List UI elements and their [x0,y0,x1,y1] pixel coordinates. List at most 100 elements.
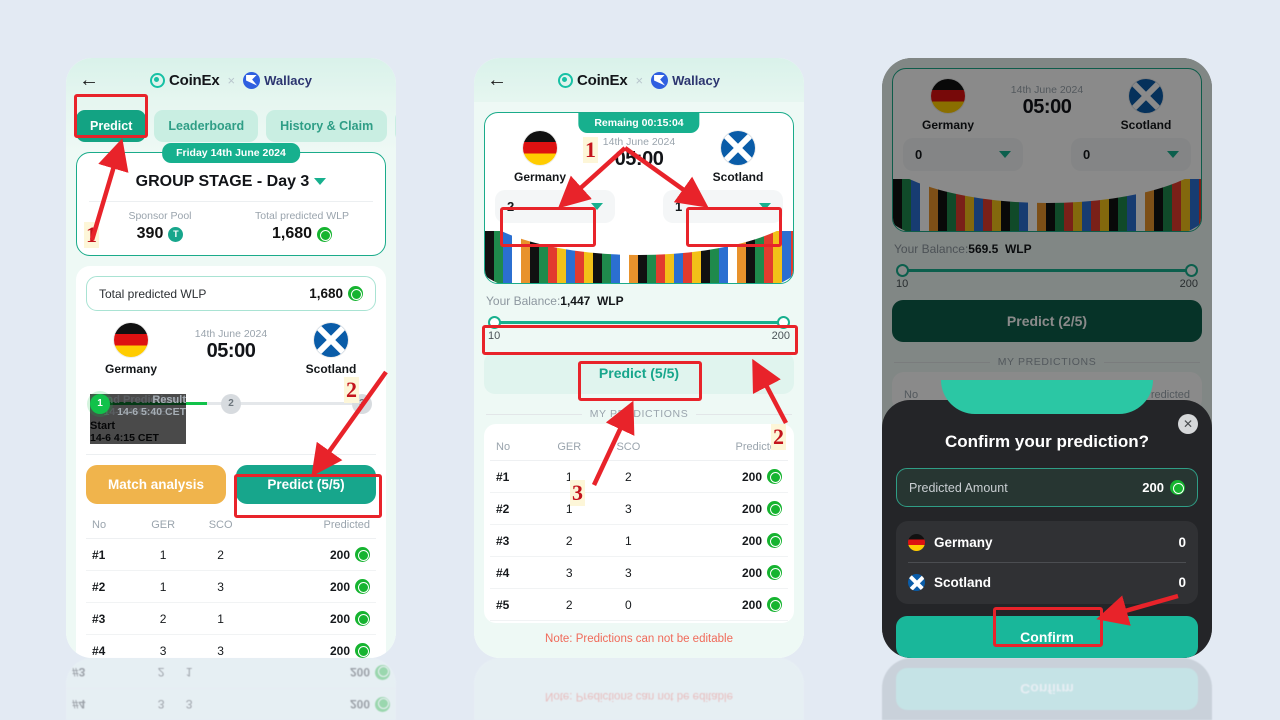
modal-teams: Germany 0 Scotland 0 [896,521,1198,604]
cell-predicted: 200 [249,634,376,658]
stat-value: 1,680 [271,225,313,242]
chevron-down-icon[interactable] [759,203,771,210]
modal-team-row: Scotland 0 [908,562,1186,602]
table-row: #2 1 3 200 [86,570,376,603]
wallacy-brand: Wallacy [651,71,720,89]
cell-sco: 3 [191,634,250,658]
match-analysis-button[interactable]: Match analysis [86,465,226,504]
cell-no: #4 [490,556,540,589]
modal-team-score: 0 [1178,575,1186,590]
col-no: No [490,434,540,461]
germany-flag-icon [523,131,557,165]
wlp-coin-icon [317,226,333,242]
panel3-reflection: Confirm [882,658,1212,720]
brand-lockup: CoinEx × Wallacy [66,58,396,102]
timeline-node-2: 2 [221,394,241,414]
predicted-amount-label: Predicted Amount [909,480,1008,495]
table-row: #4 3 3 200 [490,556,788,589]
cell-predicted: 200 [657,556,788,589]
wallacy-label: Wallacy [264,72,312,88]
score-selectors: 2 1 [495,190,783,223]
flag-arc-decoration [485,231,793,283]
chevron-down-icon[interactable] [314,178,327,186]
match-time-block: 14th June 2024 05:00 [603,131,675,171]
away-team-name: Scotland [712,170,764,184]
close-icon[interactable]: ✕ [1178,414,1198,434]
predicted-value: 200 [741,597,762,612]
tab-history-claim[interactable]: History & Claim [266,110,388,142]
home-score-select[interactable]: 2 [495,190,615,223]
annotation-marker-3: 3 [570,480,585,506]
predict-button[interactable]: Predict (5/5) [236,465,376,504]
slider-knob-min[interactable] [488,316,501,329]
stat-label: Total predicted WLP [255,210,349,222]
chevron-down-icon[interactable] [591,203,603,210]
panel2-reflection: Note: Predictions can not be editable [474,658,804,720]
total-wlp-value-wrap: 1,680 [309,286,363,301]
cell-no: #3 [86,602,135,635]
total-predicted-wlp-row: Total predicted WLP 1,680 [86,276,376,311]
modal-team-name: Scotland [934,575,992,590]
balance-label: Your Balance: [486,294,561,308]
scotland-flag-icon [314,323,348,357]
col-ger: GER [539,434,599,461]
cell-ger: 2 [539,524,599,557]
remaining-timer-badge: Remaing 00:15:04 [578,113,700,133]
panel1-reflection: #433200 #321200 #213200 [66,658,396,720]
predicted-value: 200 [329,643,350,658]
balance-line: Your Balance:1,447 WLP [486,294,792,308]
away-score-select[interactable]: 1 [663,190,783,223]
match-timeline: 1 2 3 Start 14-6 4:15 CET End Prediction… [90,394,372,444]
col-no: No [86,512,135,539]
amount-slider[interactable]: 10 200 [488,316,790,342]
total-wlp-value: 1,680 [309,286,343,301]
predicted-value: 200 [741,565,762,580]
modal-title: Confirm your prediction? [945,432,1149,451]
cell-sco: 2 [598,460,658,493]
stage-title-text: GROUP STAGE - Day 3 [135,173,310,190]
home-score-value: 2 [507,199,515,214]
match-card: Total predicted WLP 1,680 Germany 14th J… [76,266,386,658]
home-team: Germany [501,131,579,184]
predicted-value: 200 [741,533,762,548]
app-header-2: ← CoinEx × Wallacy [474,58,804,102]
tab-leaderboard[interactable]: Leaderboard [154,110,259,142]
app-header-1: ← CoinEx × Wallacy [66,58,396,102]
coinex-logo-icon [149,72,165,88]
home-team: Germany [92,323,170,376]
away-team: Scotland [292,323,370,376]
wlp-coin-icon [1170,480,1185,495]
usdt-coin-icon [168,226,184,242]
predict-button[interactable]: Predict (5/5) [484,352,794,394]
away-team: Scotland [699,131,777,184]
wlp-coin-icon [767,597,782,612]
slider-max-label: 200 [771,330,790,342]
predictions-table-wrap: No GER SCO Predicted #1 1 2 200 #2 1 3 2… [484,424,794,623]
annotation-marker-2a: 2 [344,377,359,403]
screenshot-stage: ← CoinEx × Wallacy Predict Leaderboard H… [0,0,1280,720]
cell-ger: 2 [134,602,192,635]
coinex-label: CoinEx [168,71,220,89]
panel1-body: Friday 14th June 2024 GROUP STAGE - Day … [66,143,396,658]
divider [89,201,373,202]
cell-sco: 0 [598,588,658,621]
balance-value: 1,447 [560,294,591,308]
cell-predicted: 200 [657,460,788,493]
confirm-button[interactable]: Confirm [896,616,1198,658]
stat-total-predicted: Total predicted WLP 1,680 [231,210,373,243]
cell-no: #2 [86,570,135,603]
timeline-node-1: 1 [90,394,110,414]
table-row: #4 3 3 200 [86,634,376,658]
coinex-logo-icon [557,72,573,88]
table-row: #2 1 3 200 [490,492,788,525]
predictions-table-2: No GER SCO Predicted #1 1 2 200 #2 1 3 2… [490,434,788,621]
panel2-body: Remaing 00:15:04 Germany 14th June 2024 … [474,102,804,658]
tab-predict[interactable]: Predict [76,110,147,142]
annotation-marker-1a: 1 [84,222,99,248]
slider-knob-max[interactable] [777,316,790,329]
tab-schedule[interactable]: Sc [395,110,396,142]
cell-predicted: 200 [657,588,788,621]
col-ger: GER [134,512,192,539]
page-title[interactable]: GROUP STAGE - Day 3 [89,173,373,191]
my-predictions-label: MY PREDICTIONS [589,408,689,420]
